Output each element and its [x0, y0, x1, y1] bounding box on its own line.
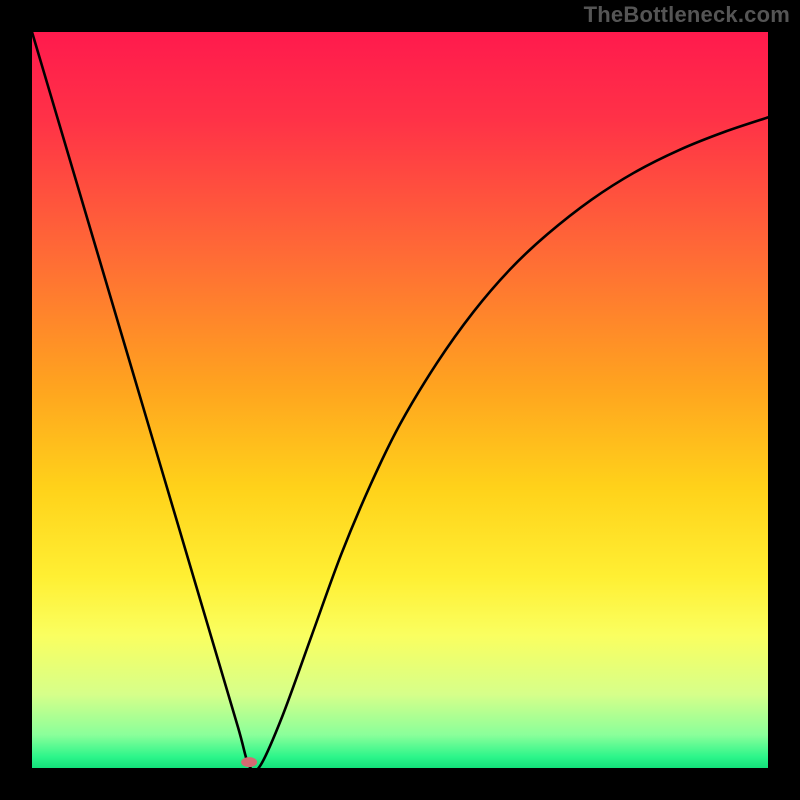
minimum-marker [241, 757, 257, 767]
gradient-background [32, 32, 768, 768]
plot-area [32, 32, 768, 768]
watermark-text: TheBottleneck.com [584, 2, 790, 28]
chart-svg [32, 32, 768, 768]
chart-root: TheBottleneck.com [0, 0, 800, 800]
